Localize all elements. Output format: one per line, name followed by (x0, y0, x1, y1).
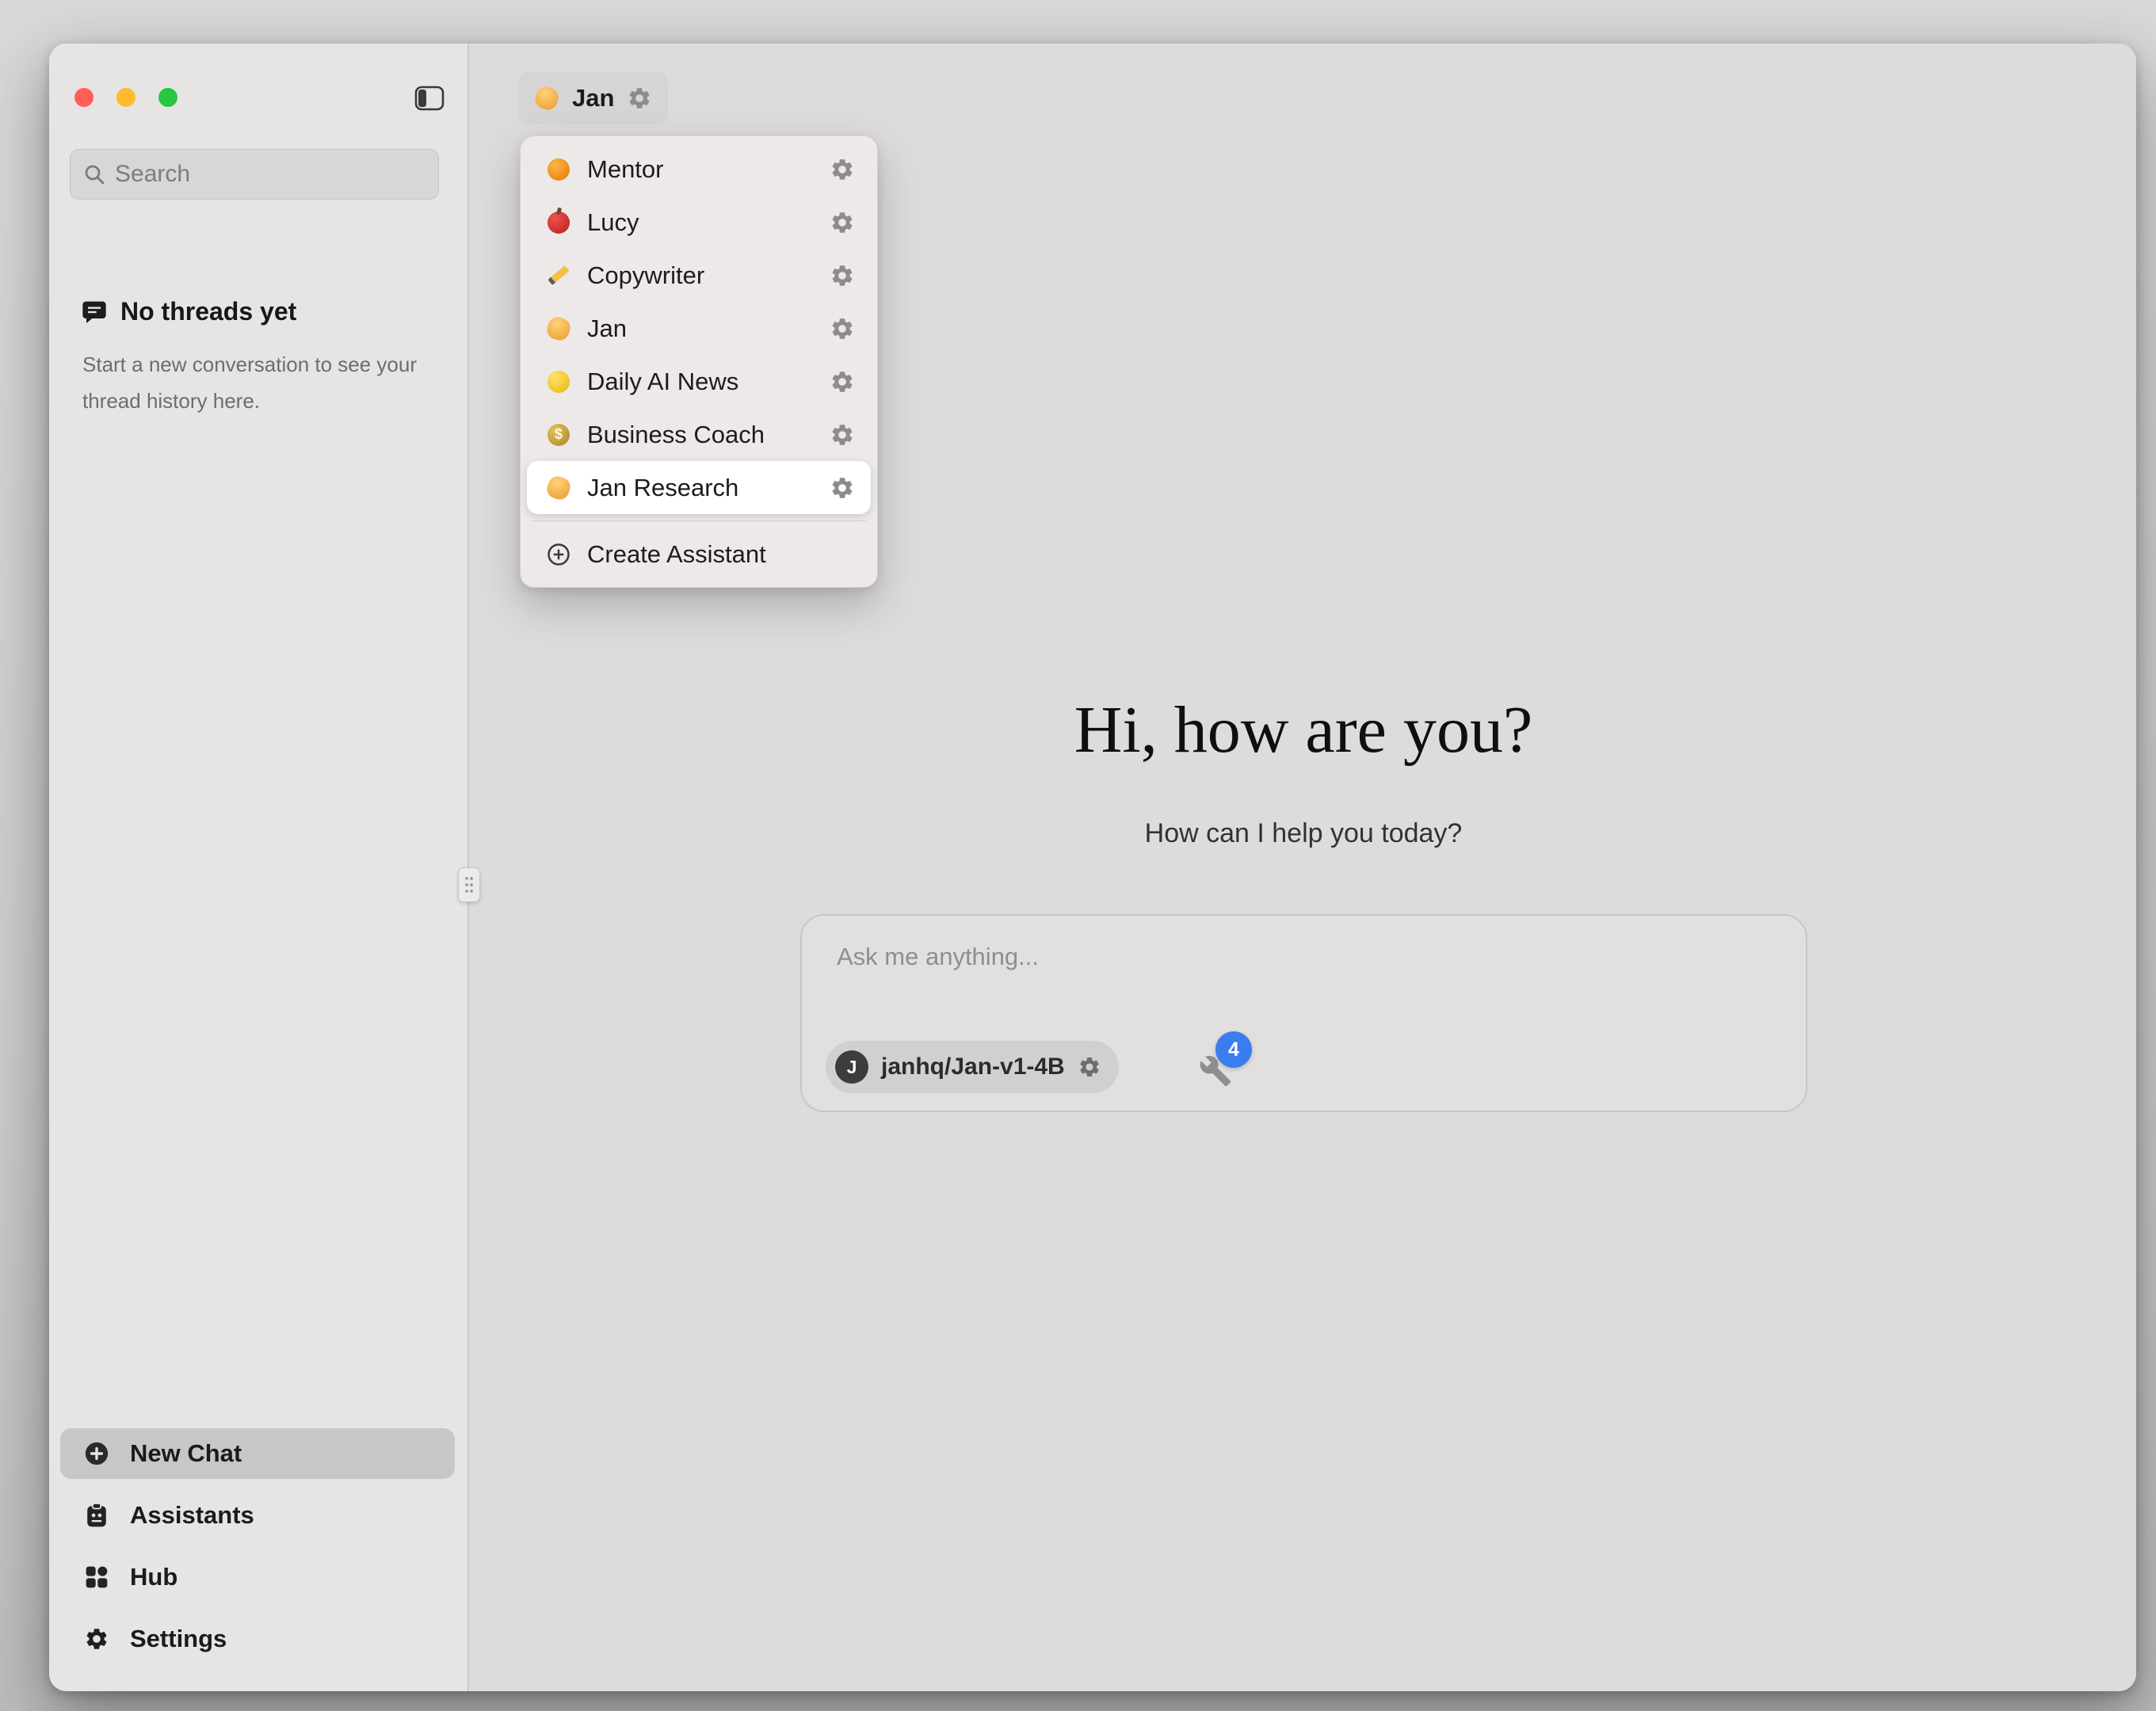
assistant-name: Jan (572, 84, 614, 112)
zoom-window-button[interactable] (158, 88, 177, 107)
money-bag-emoji-icon (546, 422, 571, 448)
search-icon (83, 163, 105, 185)
assistant-menu-item-copywriter[interactable]: Copywriter (527, 249, 871, 302)
menu-item-label: Daily AI News (587, 368, 814, 396)
chat-input[interactable] (837, 943, 1772, 1022)
assistant-settings-gear-icon[interactable] (627, 86, 652, 111)
sidebar-toggle-button[interactable] (412, 83, 447, 113)
hub-icon (82, 1563, 111, 1591)
assistant-menu-item-mentor[interactable]: Mentor (527, 143, 871, 196)
chat-bubble-icon (81, 299, 108, 325)
wave-emoji-icon (546, 316, 571, 341)
sidebar-nav: New Chat Assistants (60, 1417, 455, 1664)
assistant-menu-item-lucy[interactable]: Lucy (527, 196, 871, 249)
gear-icon[interactable] (830, 316, 855, 341)
wave-emoji-icon (534, 86, 559, 111)
sidebar-item-hub[interactable]: Hub (60, 1552, 455, 1602)
gear-icon[interactable] (830, 475, 855, 501)
model-name: janhq/Jan-v1-4B (881, 1054, 1065, 1080)
main-pane: Jan Mentor Lucy Copywriter Jan (471, 44, 2136, 1691)
plus-circle-outline-icon (546, 542, 571, 567)
assistant-menu-item-daily-ai-news[interactable]: Daily AI News (527, 355, 871, 408)
tools-count-badge: 4 (1215, 1031, 1252, 1068)
greeting-subtitle: How can I help you today? (471, 818, 2136, 849)
gear-icon (82, 1625, 111, 1653)
assistant-selector[interactable]: Jan (518, 72, 668, 124)
gear-icon[interactable] (830, 157, 855, 182)
chat-composer[interactable]: J janhq/Jan-v1-4B 4 (800, 914, 1807, 1112)
model-avatar: J (835, 1050, 868, 1084)
assistant-menu-item-jan-research[interactable]: Jan Research (527, 461, 871, 514)
sidebar-item-assistants[interactable]: Assistants (60, 1490, 455, 1541)
gear-icon[interactable] (830, 369, 855, 394)
menu-item-label: Copywriter (587, 261, 814, 290)
sidebar-item-label: Hub (130, 1563, 177, 1591)
sidebar-toggle-icon (414, 86, 445, 111)
apple-emoji-icon (546, 210, 571, 235)
pane-resize-handle[interactable] (458, 867, 480, 902)
orange-circle-emoji-icon (546, 157, 571, 182)
grip-dots-icon (464, 876, 474, 894)
sidebar-item-label: Assistants (130, 1501, 254, 1530)
minimize-window-button[interactable] (116, 88, 135, 107)
menu-item-label: Lucy (587, 208, 814, 237)
empty-state-header: No threads yet (81, 297, 296, 326)
pencil-emoji-icon (546, 263, 571, 288)
assistant-menu-item-business-coach[interactable]: Business Coach (527, 408, 871, 461)
create-assistant-button[interactable]: Create Assistant (527, 528, 871, 581)
model-selector[interactable]: J janhq/Jan-v1-4B (826, 1041, 1119, 1093)
close-window-button[interactable] (74, 88, 93, 107)
search-input[interactable] (115, 161, 425, 188)
empty-state-title: No threads yet (120, 297, 296, 326)
gear-icon[interactable] (830, 210, 855, 235)
menu-item-label: Mentor (587, 155, 814, 184)
sidebar: No threads yet Start a new conversation … (49, 44, 469, 1691)
model-settings-gear-icon[interactable] (1078, 1055, 1101, 1079)
sidebar-item-new-chat[interactable]: New Chat (60, 1428, 455, 1479)
sidebar-item-settings[interactable]: Settings (60, 1614, 455, 1664)
gear-icon[interactable] (830, 422, 855, 448)
gear-icon[interactable] (830, 263, 855, 288)
assistant-menu-item-jan[interactable]: Jan (527, 302, 871, 355)
greeting-title: Hi, how are you? (471, 692, 2136, 768)
assistants-icon (82, 1501, 111, 1530)
assistant-menu: Mentor Lucy Copywriter Jan Daily AI News (520, 135, 878, 588)
empty-state-description: Start a new conversation to see your thr… (82, 346, 423, 419)
app-window: No threads yet Start a new conversation … (49, 44, 2136, 1691)
menu-item-label: Business Coach (587, 421, 814, 449)
menu-item-label: Jan Research (587, 474, 814, 502)
wave-emoji-icon (546, 475, 571, 501)
search-box[interactable] (70, 149, 439, 200)
sidebar-item-label: New Chat (130, 1439, 242, 1468)
plus-circle-icon (82, 1439, 111, 1468)
yellow-circle-emoji-icon (546, 369, 571, 394)
menu-item-label: Jan (587, 314, 814, 343)
menu-divider (532, 520, 866, 521)
menu-item-label: Create Assistant (587, 540, 855, 569)
sidebar-item-label: Settings (130, 1625, 227, 1653)
